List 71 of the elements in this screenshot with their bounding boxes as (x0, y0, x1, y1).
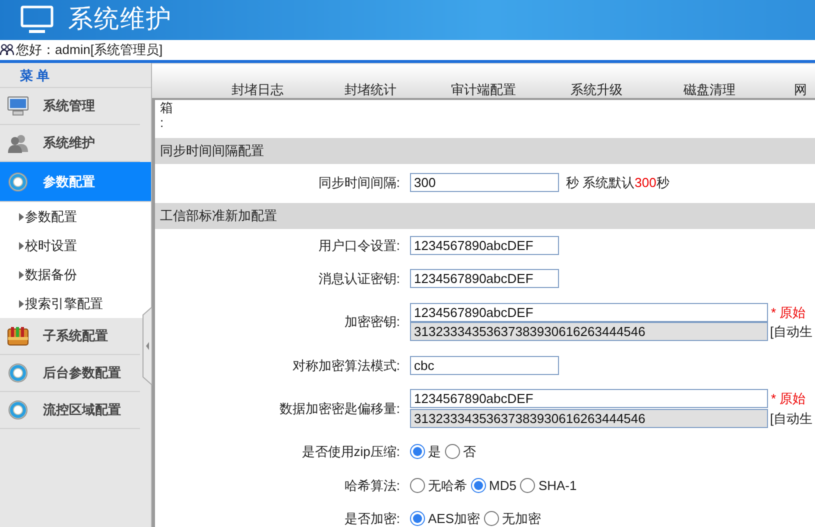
field-label: 箱 (160, 100, 173, 115)
option-label: AES加密 (428, 510, 480, 527)
ring-icon (7, 362, 29, 384)
radio-button[interactable] (471, 478, 486, 493)
submenu-item[interactable]: 校时设置 (25, 236, 77, 256)
field-label: 同步时间间隔: (318, 175, 400, 190)
note-text: [自动生 (769, 323, 813, 341)
people-icon (7, 132, 29, 154)
tab[interactable]: 系统升级 (540, 64, 653, 98)
monitor-icon (7, 95, 29, 117)
radio-button[interactable] (520, 478, 536, 493)
input-field[interactable]: 1234567890abcDEF (410, 269, 559, 288)
radio-button[interactable] (410, 478, 425, 493)
required-note: * 原始 (770, 390, 806, 408)
tab[interactable]: 磁盘清理 (653, 64, 766, 98)
readonly-field[interactable]: 31323334353637383930616263444546 (410, 408, 768, 428)
option-label: MD5 (489, 476, 516, 494)
menu-item[interactable]: 参数配置 (0, 162, 151, 202)
toolbox-icon (7, 325, 29, 347)
field-label: 哈希算法: (344, 478, 400, 492)
tab[interactable]: 封堵日志 (201, 64, 314, 98)
field-label: 加密密钥: (344, 314, 400, 330)
note-text: [自动生 (769, 410, 813, 428)
field-label: 消息认证密钥: (318, 271, 400, 286)
input-field[interactable]: 1234567890abcDEF (410, 389, 768, 408)
radio-button[interactable] (410, 511, 425, 526)
menu-item[interactable]: 流控区域配置 (0, 392, 140, 429)
option-label: 是 (428, 443, 441, 461)
field-label: 对称加密算法模式: (292, 358, 400, 372)
input-field[interactable]: 1234567890abcDEF (410, 236, 559, 255)
option-label: SHA-1 (538, 476, 577, 494)
caret-icon (19, 300, 24, 308)
field-label: 数据加密密匙偏移量: (279, 400, 400, 416)
menu-title: 菜 单 (0, 63, 151, 88)
submenu-item[interactable]: 数据备份 (25, 264, 77, 284)
radio-button[interactable] (445, 444, 460, 460)
option-label: 无加密 (502, 510, 542, 527)
required-note: * 原始 (770, 304, 806, 322)
input-field[interactable]: 300 (410, 173, 559, 192)
field-label: : (160, 115, 164, 130)
input-field[interactable]: 1234567890abcDEF (410, 302, 768, 322)
ring-icon (7, 170, 29, 192)
page-title: 系统维护 (68, 4, 172, 36)
menu-item[interactable]: 后台参数配置 (0, 355, 140, 392)
readonly-field[interactable]: 31323334353637383930616263444546 (410, 322, 768, 342)
tab[interactable]: 封堵统计 (314, 64, 427, 98)
field-label: 是否使用zip压缩: (302, 444, 400, 459)
radio-button[interactable] (484, 511, 500, 526)
section-header: 工信部标准新加配置 (155, 202, 815, 228)
caret-icon (19, 270, 24, 278)
menu-item[interactable]: 系统管理 (0, 88, 140, 125)
collapse-handle[interactable] (142, 307, 153, 385)
field-label: 是否加密: (344, 511, 400, 526)
option-label: 无哈希 (428, 476, 467, 494)
tab[interactable]: 网 (766, 64, 815, 98)
field-label: 用户口令设置: (318, 238, 400, 252)
option-label: 否 (463, 443, 476, 461)
caret-icon (19, 242, 24, 250)
menu-item[interactable]: 子系统配置 (0, 318, 140, 355)
greeting-text: 您好：admin[系统管理员] (16, 41, 163, 59)
section-header: 同步时间间隔配置 (155, 138, 815, 164)
input-field[interactable]: cbc (410, 356, 559, 375)
users-icon (0, 44, 14, 56)
caret-icon (19, 212, 24, 220)
ring-icon (7, 399, 29, 421)
radio-button[interactable] (410, 444, 425, 460)
monitor-icon (20, 5, 54, 35)
tab[interactable]: 审计端配置 (427, 64, 540, 98)
submenu-item[interactable]: 搜索引擎配置 (25, 294, 103, 314)
hint-text: 秒 系统默认300秒 (565, 174, 670, 192)
submenu-item[interactable]: 参数配置 (25, 206, 77, 226)
